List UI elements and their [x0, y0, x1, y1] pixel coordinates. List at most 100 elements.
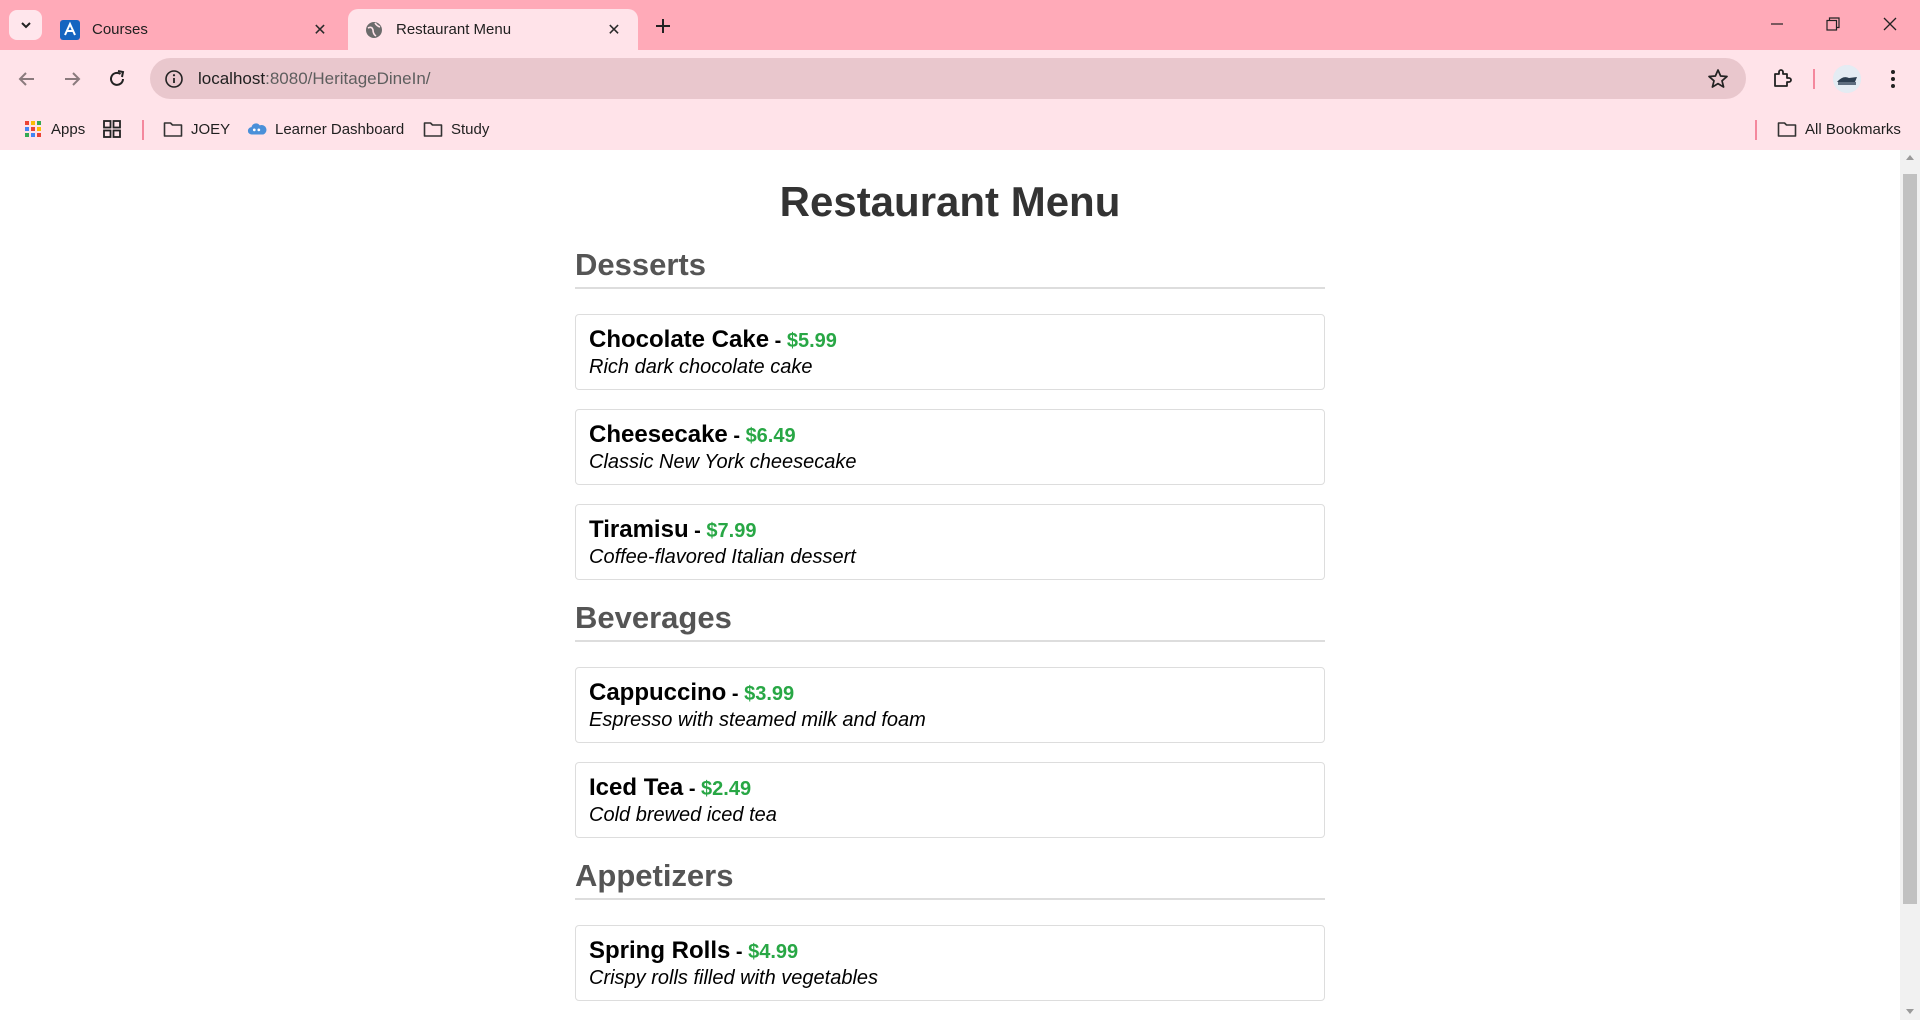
menu-item: Iced Tea - $2.49 Cold brewed iced tea: [575, 762, 1325, 838]
scrollbar-thumb[interactable]: [1903, 174, 1917, 904]
menu-item-description: Cold brewed iced tea: [589, 804, 777, 826]
reload-icon: [110, 70, 125, 86]
bookmark-label: Study: [451, 120, 490, 138]
minimize-button[interactable]: [1753, 8, 1801, 40]
tab-title: Courses: [92, 21, 148, 38]
globe-icon: [366, 21, 382, 38]
menu-item-header: Cheesecake - $6.49: [589, 421, 1311, 450]
bookmarks-divider: [1755, 120, 1757, 140]
page-title: Restaurant Menu: [779, 178, 1121, 225]
menu-item-price: $3.99: [744, 683, 795, 705]
all-bookmarks-label: All Bookmarks: [1805, 120, 1901, 138]
site-info-icon[interactable]: [162, 67, 186, 91]
browser-menu-button[interactable]: [1876, 62, 1910, 96]
folder-icon: [1777, 119, 1797, 139]
new-tab-button[interactable]: [650, 13, 676, 39]
menu-item-name: Tiramisu: [589, 516, 689, 543]
bookmark-label: Learner Dashboard: [275, 120, 405, 138]
arrow-left-icon: [18, 72, 34, 86]
avatar-image: [1833, 65, 1861, 93]
folder-icon: [423, 119, 443, 139]
folder-icon: [163, 119, 183, 139]
url-text[interactable]: localhost:8080/HeritageDineIn/: [198, 69, 431, 89]
menu-item-name: Cheesecake: [589, 421, 728, 448]
bookmark-joey[interactable]: JOEY: [163, 117, 230, 141]
close-icon[interactable]: ✕: [604, 20, 624, 40]
page-scrollbar[interactable]: [1900, 150, 1920, 1020]
all-bookmarks-button[interactable]: All Bookmarks: [1777, 117, 1901, 141]
courses-favicon-icon: [60, 19, 80, 40]
tab-search-button[interactable]: [9, 10, 42, 40]
menu-item-price: $2.49: [701, 778, 752, 800]
category-title: Beverages: [575, 598, 1325, 642]
menu-item: Tiramisu - $7.99 Coffee-flavored Italian …: [575, 504, 1325, 580]
scroll-down-arrow-icon[interactable]: [1906, 1009, 1914, 1014]
category-title: Desserts: [575, 245, 1325, 289]
close-icon: [1883, 17, 1897, 31]
menu-item-header: Iced Tea - $2.49: [589, 774, 1311, 803]
bookmarks-divider: [142, 120, 144, 140]
plus-icon: [656, 19, 670, 33]
url-host: localhost: [198, 68, 266, 88]
menu-category: Beverages Cappuccino - $3.99 Espresso with…: [575, 598, 1325, 838]
kebab-menu-icon: [1891, 70, 1895, 88]
url-path: :8080/HeritageDineIn/: [265, 68, 431, 88]
bookmark-study[interactable]: Study: [423, 117, 489, 141]
close-icon[interactable]: ✕: [310, 20, 330, 40]
profile-avatar[interactable]: [1833, 65, 1861, 93]
reload-button[interactable]: [100, 62, 134, 96]
menu-item-separator: -: [726, 683, 745, 705]
back-button[interactable]: [10, 62, 44, 96]
menu-item-name: Iced Tea: [589, 774, 684, 801]
menu-category: Appetizers Spring Rolls - $4.99 Crispy rol…: [575, 856, 1325, 1001]
browser-toolbar: localhost:8080/HeritageDineIn/: [0, 50, 1920, 108]
menu-item-separator: -: [688, 520, 707, 542]
tab-courses[interactable]: Courses ✕: [44, 9, 344, 50]
menu-item-name: Cappuccino: [589, 679, 727, 706]
bookmark-label: JOEY: [191, 120, 231, 138]
menu-item: Cheesecake - $6.49 Classic New York chees…: [575, 409, 1325, 485]
menu-item-header: Chocolate Cake - $5.99: [589, 326, 1311, 355]
menu-item-price: $7.99: [706, 520, 757, 542]
cloud-icon: [247, 119, 267, 139]
category-title: Appetizers: [575, 856, 1325, 900]
menu-item-separator: -: [727, 425, 746, 447]
forward-button[interactable]: [55, 62, 89, 96]
menu-categories: Desserts Chocolate Cake - $5.99 Rich dark …: [575, 245, 1325, 1001]
menu-item-description: Rich dark chocolate cake: [589, 356, 813, 378]
menu-item-separator: -: [730, 941, 749, 963]
menu-item: Cappuccino - $3.99 Espresso with steamed …: [575, 667, 1325, 743]
arrow-right-icon: [65, 72, 81, 86]
bookmarks-bar: Apps JOEY Learner Dashboard Study All Bo…: [0, 108, 1920, 150]
bookmark-apps[interactable]: Apps: [23, 117, 85, 141]
apps-grid-icon: [23, 119, 43, 139]
page-content: Restaurant Menu Desserts Chocolate Cake -…: [0, 150, 1900, 1020]
bookmark-tab-groups[interactable]: [102, 117, 130, 141]
tab-groups-icon: [102, 119, 122, 139]
restore-button[interactable]: [1809, 8, 1857, 40]
menu-item-header: Spring Rolls - $4.99: [589, 937, 1311, 966]
tab-restaurant-menu[interactable]: Restaurant Menu ✕: [348, 9, 638, 50]
tab-strip: Courses ✕ Restaurant Menu ✕: [0, 0, 1920, 50]
menu-item-name: Chocolate Cake: [589, 326, 770, 353]
menu-item-separator: -: [683, 778, 702, 800]
menu-item: Spring Rolls - $4.99 Crispy rolls filled …: [575, 925, 1325, 1001]
bookmark-star-icon[interactable]: [1706, 67, 1730, 91]
address-bar[interactable]: localhost:8080/HeritageDineIn/: [150, 58, 1746, 99]
puzzle-piece-icon: [1774, 69, 1792, 87]
close-window-button[interactable]: [1866, 8, 1914, 40]
menu-item-description: Classic New York cheesecake: [589, 451, 857, 473]
menu-category: Desserts Chocolate Cake - $5.99 Rich dark …: [575, 245, 1325, 580]
bookmark-label: Apps: [51, 120, 86, 138]
toolbar-divider: [1813, 69, 1815, 89]
menu-item: Chocolate Cake - $5.99 Rich dark chocolat…: [575, 314, 1325, 390]
menu-item-price: $4.99: [748, 941, 799, 963]
menu-item-description: Coffee-flavored Italian dessert: [589, 546, 856, 568]
chevron-down-icon: [20, 22, 31, 29]
menu-container: Restaurant Menu Desserts Chocolate Cake -…: [575, 150, 1325, 1001]
menu-item-description: Espresso with steamed milk and foam: [589, 709, 926, 731]
scroll-up-arrow-icon[interactable]: [1906, 155, 1914, 160]
extensions-button[interactable]: [1765, 62, 1799, 96]
bookmark-learner-dashboard[interactable]: Learner Dashboard: [247, 117, 404, 141]
menu-item-price: $5.99: [786, 330, 837, 352]
